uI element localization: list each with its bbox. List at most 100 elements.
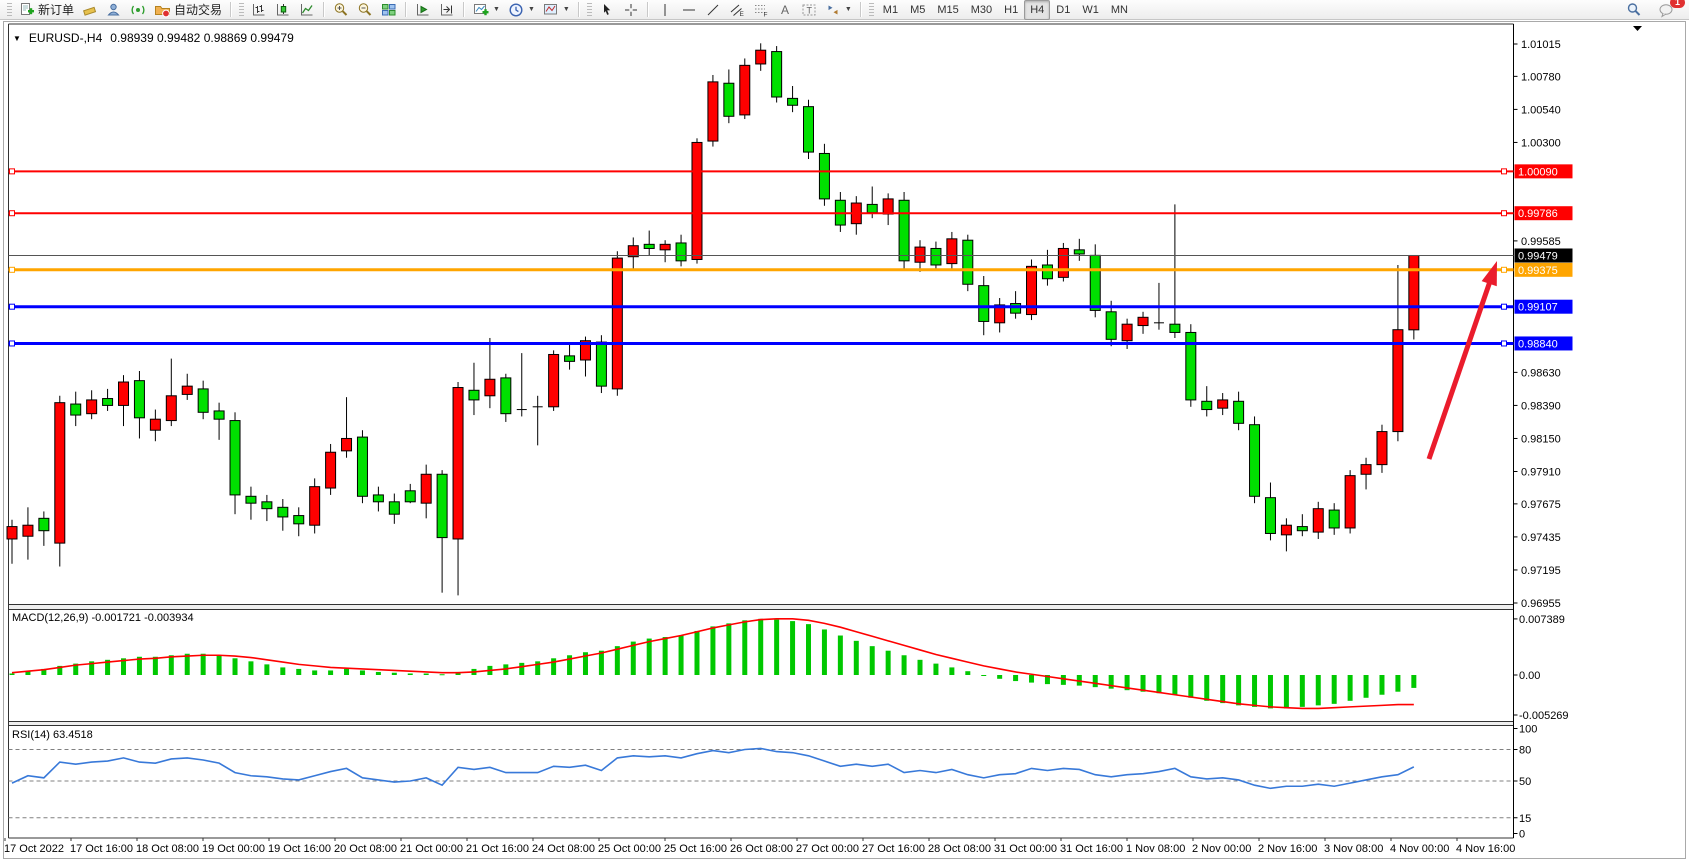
macd-histogram-bar [169, 655, 174, 675]
price-tick-label: 1.00540 [1521, 104, 1561, 116]
text-label-tool-button[interactable]: T [797, 0, 821, 20]
candle-up [1058, 248, 1068, 277]
notification-badge: 1 [1670, 0, 1685, 8]
new-order-label: 新订单 [38, 1, 74, 18]
candle-down [979, 286, 989, 322]
hline-handle[interactable] [1502, 267, 1507, 272]
search-button[interactable] [1622, 0, 1646, 20]
arrows-tool-button[interactable]: ▼ [821, 0, 856, 20]
period-button[interactable]: ▼ [504, 0, 539, 20]
fibonacci-icon: F [753, 2, 769, 18]
timeframe-d1-button[interactable]: D1 [1050, 0, 1076, 20]
chart-area[interactable]: 1.010151.007801.005401.003000.995850.986… [0, 0, 1689, 861]
candlestick-chart-button[interactable] [271, 0, 295, 20]
toolbar: 新订单 自动交易 [0, 0, 1689, 20]
cursor-icon [599, 2, 615, 18]
text-tool-button[interactable]: A [773, 0, 797, 20]
notifications-button[interactable]: 1 [1654, 0, 1679, 20]
horizontal-line-icon [681, 2, 697, 18]
period-caret[interactable]: ▼ [528, 6, 535, 13]
add-indicator-button[interactable]: ▼ [469, 0, 504, 20]
time-tick-label: 21 Oct 16:00 [466, 843, 529, 855]
timeframe-m30-button[interactable]: M30 [965, 0, 998, 20]
hline-handle[interactable] [10, 267, 15, 272]
timeframe-m5-button[interactable]: M5 [904, 0, 931, 20]
candle-down [134, 381, 144, 418]
candle-down [437, 474, 447, 537]
candle-down [230, 421, 240, 495]
timeframe-h4-button[interactable]: H4 [1024, 0, 1050, 20]
hline-handle[interactable] [10, 304, 15, 309]
hline-handle[interactable] [10, 169, 15, 174]
candle-up [708, 82, 718, 141]
price-tick-label: 0.98390 [1521, 400, 1561, 412]
macd-histogram-bar [153, 657, 158, 675]
toolbar-grip[interactable] [587, 3, 592, 17]
horizontal-line-tool-button[interactable] [677, 0, 701, 20]
timeframe-m15-button[interactable]: M15 [931, 0, 964, 20]
timeframe-mn-button[interactable]: MN [1105, 0, 1134, 20]
toolbar-grip[interactable] [7, 3, 12, 17]
macd-histogram-bar [312, 670, 317, 675]
candle-up [947, 239, 957, 264]
arrows-caret[interactable]: ▼ [845, 6, 852, 13]
macd-histogram-bar [679, 636, 684, 675]
toolbar-grip[interactable] [869, 3, 874, 17]
macd-histogram-bar [10, 673, 15, 675]
chart-shift-button[interactable] [435, 0, 459, 20]
hline-handle[interactable] [10, 341, 15, 346]
price-badge-label: 0.98840 [1518, 338, 1558, 350]
signals-button[interactable] [126, 0, 150, 20]
time-tick-label: 4 Nov 00:00 [1390, 843, 1449, 855]
trendline-tool-button[interactable] [701, 0, 725, 20]
auto-trading-button[interactable]: 自动交易 [150, 0, 226, 20]
fibonacci-tool-button[interactable]: F [749, 0, 773, 20]
macd-histogram-bar [981, 675, 986, 676]
timeframe-w1-button[interactable]: W1 [1076, 0, 1105, 20]
crosshair-tool-button[interactable] [619, 0, 643, 20]
vertical-line-tool-button[interactable] [653, 0, 677, 20]
new-order-button[interactable]: 新订单 [15, 0, 78, 20]
zoom-in-button[interactable] [329, 0, 353, 20]
line-chart-button[interactable] [295, 0, 319, 20]
time-tick-label: 4 Nov 16:00 [1456, 843, 1515, 855]
zoom-out-button[interactable] [353, 0, 377, 20]
candle-up [453, 388, 463, 539]
macd-histogram-bar [408, 673, 413, 675]
hline-handle[interactable] [1502, 341, 1507, 346]
template-caret[interactable]: ▼ [563, 6, 570, 13]
hline-handle[interactable] [1502, 211, 1507, 216]
time-tick-label: 21 Oct 00:00 [400, 843, 463, 855]
highlighter-button[interactable] [78, 0, 102, 20]
macd-histogram-bar [615, 646, 620, 675]
cursor-tool-button[interactable] [595, 0, 619, 20]
chart-dropdown-icon[interactable]: ▼ [13, 34, 21, 43]
candle-down [963, 240, 973, 284]
add-indicator-caret[interactable]: ▼ [493, 6, 500, 13]
macd-histogram-bar [280, 667, 285, 675]
candle-up [756, 50, 766, 64]
timeframe-h1-button[interactable]: H1 [998, 0, 1024, 20]
toolbar-separator [860, 2, 862, 17]
macd-histogram-bar [1061, 675, 1066, 685]
timeframe-m1-button[interactable]: M1 [877, 0, 904, 20]
hline-handle[interactable] [1502, 169, 1507, 174]
candle-down [39, 518, 49, 530]
toolbar-grip[interactable] [239, 3, 244, 17]
template-button[interactable]: ▼ [539, 0, 574, 20]
profiles-button[interactable] [102, 0, 126, 20]
chart-ohlc-readout: 0.98939 0.99482 0.98869 0.99479 [110, 31, 294, 45]
candle-up [421, 474, 431, 503]
macd-histogram-bar [1093, 675, 1098, 687]
tile-windows-button[interactable] [377, 0, 401, 20]
channel-tool-button[interactable]: E [725, 0, 749, 20]
price-tick-label: 0.97435 [1521, 532, 1561, 544]
hline-handle[interactable] [1502, 304, 1507, 309]
hline-handle[interactable] [10, 211, 15, 216]
candlestick-chart-icon [275, 2, 291, 18]
macd-histogram-bar [838, 636, 843, 675]
macd-histogram-bar [806, 624, 811, 675]
bar-chart-button[interactable] [247, 0, 271, 20]
auto-scroll-button[interactable] [411, 0, 435, 20]
candle-up [326, 452, 336, 488]
